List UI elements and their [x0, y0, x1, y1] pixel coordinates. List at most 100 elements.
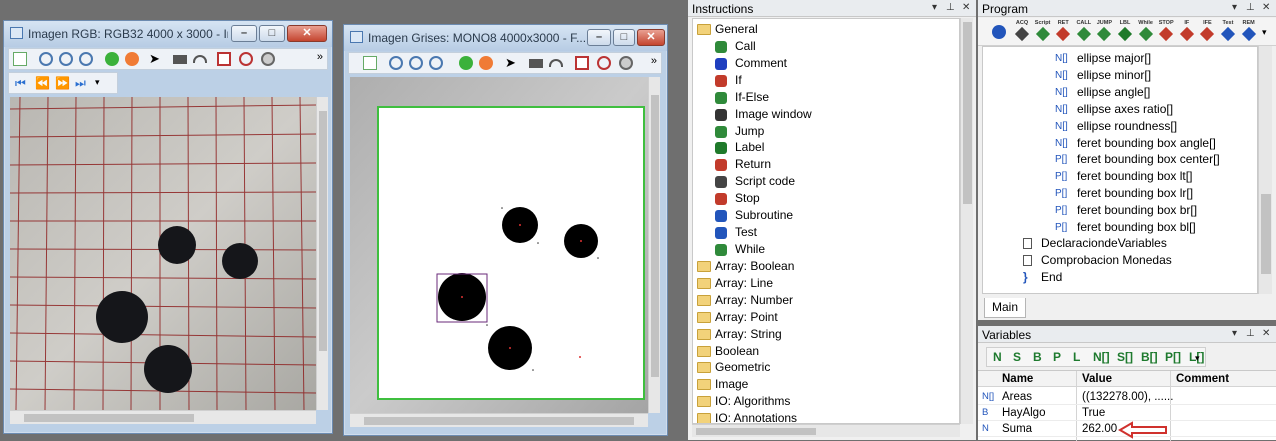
- instructions-tree: General Call Comment If If-Else Image window…: [692, 18, 960, 424]
- toolbar-overflow-icon[interactable]: »: [317, 51, 323, 63]
- gear-roi-icon[interactable]: [619, 56, 633, 70]
- var-type: N: [982, 423, 989, 434]
- first-frame-icon[interactable]: ⏮: [15, 76, 29, 90]
- folder-label: Array: Boolean: [715, 259, 795, 273]
- toolbar-dropdown-icon[interactable]: ▾: [1262, 27, 1267, 38]
- tab-main[interactable]: Main: [984, 298, 1026, 318]
- tool-label: IFE: [1203, 20, 1212, 26]
- zoom-in-icon[interactable]: [79, 52, 93, 66]
- rgb-vertical-scrollbar[interactable]: [316, 97, 328, 410]
- variable-row[interactable]: B HayAlgo True: [978, 405, 1276, 421]
- window-icon: [10, 27, 23, 39]
- rgb-image-canvas[interactable]: [10, 97, 316, 410]
- roi-tool-icon[interactable]: [575, 56, 589, 70]
- program-vertical-scrollbar[interactable]: [1258, 46, 1272, 294]
- program-tool-button[interactable]: Test: [1218, 20, 1238, 44]
- program-tool-button[interactable]: JUMP: [1094, 20, 1114, 44]
- pointer-icon[interactable]: ➤: [149, 52, 163, 66]
- prev-frame-icon[interactable]: ⏪: [35, 76, 50, 90]
- toolbar-overflow-icon[interactable]: »: [651, 55, 657, 67]
- circle-roi-icon[interactable]: [597, 56, 611, 70]
- program-tool-button[interactable]: CALL: [1074, 20, 1094, 44]
- col-value[interactable]: Value: [1082, 371, 1112, 387]
- variable-row[interactable]: N[] Areas ((132278.00), ......: [978, 389, 1276, 405]
- start-icon[interactable]: [459, 56, 473, 70]
- stop-icon[interactable]: [125, 52, 139, 66]
- properties-icon[interactable]: [13, 52, 27, 66]
- var-type-button[interactable]: S[]: [1117, 350, 1133, 364]
- var-type-button[interactable]: L: [1073, 350, 1080, 364]
- rectangle-tool-icon[interactable]: [173, 55, 187, 64]
- tool-icon: [1117, 26, 1133, 42]
- next-frame-icon[interactable]: ⏩: [55, 76, 70, 90]
- zoom-fit-icon[interactable]: [409, 56, 423, 70]
- panel-menu-icon[interactable]: ▾: [932, 2, 937, 13]
- minimize-button[interactable]: –: [587, 29, 611, 46]
- roi-tool-icon[interactable]: [217, 52, 231, 66]
- gray-horizontal-scrollbar[interactable]: [350, 413, 648, 427]
- last-frame-icon[interactable]: ⏭: [75, 76, 89, 90]
- zoom-out-icon[interactable]: [39, 52, 53, 66]
- var-type-dropdown-icon[interactable]: ▾: [1195, 353, 1200, 364]
- panel-menu-icon[interactable]: ▾: [1232, 328, 1237, 339]
- instructions-horizontal-scrollbar[interactable]: [692, 424, 960, 437]
- close-icon[interactable]: ✕: [962, 2, 970, 13]
- program-tool-button[interactable]: While: [1136, 20, 1156, 44]
- rgb-window-titlebar[interactable]: Imagen RGB: RGB32 4000 x 3000 - Ima... –…: [4, 21, 332, 47]
- var-type-button[interactable]: N: [993, 350, 1002, 364]
- rgb-horizontal-scrollbar[interactable]: [10, 410, 316, 424]
- line-label: feret bounding box angle[]: [1077, 135, 1216, 150]
- var-type-button[interactable]: S: [1013, 350, 1021, 364]
- var-type-button[interactable]: P[]: [1165, 350, 1181, 364]
- col-comment[interactable]: Comment: [1176, 371, 1229, 387]
- program-tool-button[interactable]: RET: [1053, 20, 1073, 44]
- close-icon[interactable]: ✕: [1262, 328, 1270, 339]
- pin-icon[interactable]: ⊥: [1246, 328, 1255, 339]
- stop-icon[interactable]: [479, 56, 493, 70]
- program-tool-button[interactable]: ACQ: [1012, 20, 1032, 44]
- var-type-button[interactable]: B[]: [1141, 350, 1158, 364]
- maximize-button[interactable]: □: [613, 29, 635, 46]
- minimize-button[interactable]: –: [231, 25, 257, 42]
- program-tool-button[interactable]: Script: [1033, 20, 1053, 44]
- start-icon[interactable]: [105, 52, 119, 66]
- program-tool-button[interactable]: REM: [1239, 20, 1259, 44]
- zoom-out-icon[interactable]: [389, 56, 403, 70]
- rectangle-tool-icon[interactable]: [529, 59, 543, 68]
- zoom-fit-icon[interactable]: [59, 52, 73, 66]
- folder-icon: [697, 294, 711, 306]
- var-type-button[interactable]: B: [1033, 350, 1042, 364]
- program-tool-button[interactable]: LBL: [1115, 20, 1135, 44]
- circle-roi-icon[interactable]: [239, 52, 253, 66]
- pin-icon[interactable]: ⊥: [946, 2, 955, 13]
- zoom-in-icon[interactable]: [429, 56, 443, 70]
- arc-tool-icon[interactable]: [193, 55, 207, 63]
- gray-image-canvas[interactable]: [350, 77, 648, 413]
- subroutine-toolbar-icon[interactable]: [992, 25, 1006, 39]
- var-type-button[interactable]: N[]: [1093, 350, 1110, 364]
- instructions-header: Instructions ▾ ⊥ ✕: [688, 0, 976, 17]
- type-prefix: P[]: [1055, 171, 1068, 183]
- program-tool-button[interactable]: STOP: [1156, 20, 1176, 44]
- tool-label: LBL: [1119, 20, 1131, 26]
- pointer-icon[interactable]: ➤: [505, 56, 519, 70]
- gray-window-titlebar[interactable]: Imagen Grises: MONO8 4000x3000 - F... – …: [344, 25, 667, 51]
- instructions-vertical-scrollbar[interactable]: [960, 18, 973, 424]
- col-name[interactable]: Name: [1002, 371, 1033, 387]
- gray-vertical-scrollbar[interactable]: [648, 77, 660, 413]
- maximize-button[interactable]: □: [259, 25, 285, 42]
- program-tool-button[interactable]: IF: [1177, 20, 1197, 44]
- pin-icon[interactable]: ⊥: [1246, 2, 1255, 13]
- gear-roi-icon[interactable]: [261, 52, 275, 66]
- close-icon[interactable]: ✕: [1262, 2, 1270, 13]
- instructions-panel: Instructions ▾ ⊥ ✕ General Call Comment If…: [688, 0, 976, 440]
- close-button[interactable]: ✕: [637, 29, 665, 46]
- panel-menu-icon[interactable]: ▾: [1232, 2, 1237, 13]
- arc-tool-icon[interactable]: [549, 59, 563, 67]
- close-button[interactable]: ✕: [287, 25, 327, 42]
- program-tool-button[interactable]: IFE: [1197, 20, 1217, 44]
- properties-icon[interactable]: [363, 56, 377, 70]
- frame-dropdown-icon[interactable]: ▾: [95, 77, 100, 88]
- var-type-button[interactable]: P: [1053, 350, 1061, 364]
- tool-label: ACQ: [1015, 20, 1029, 26]
